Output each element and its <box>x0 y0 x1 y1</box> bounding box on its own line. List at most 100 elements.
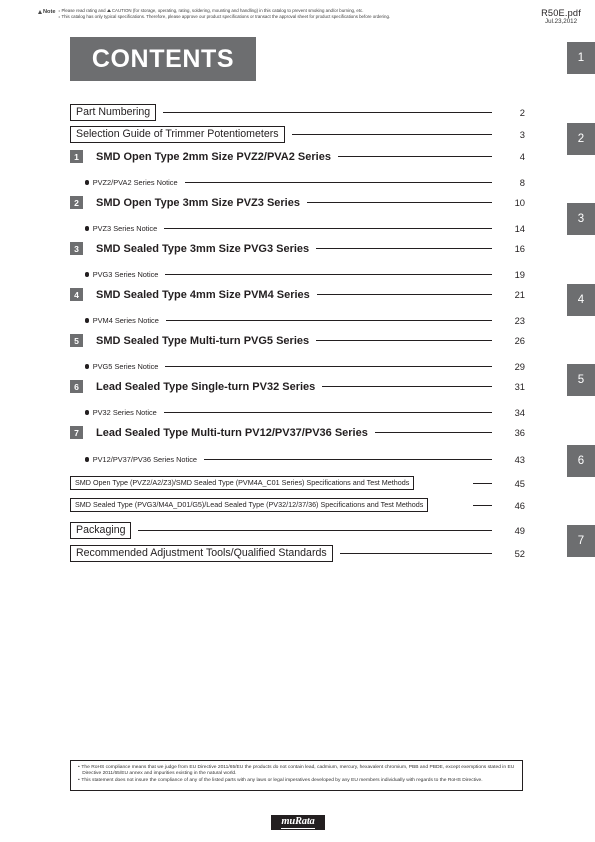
toc-page-number: 16 <box>514 243 525 254</box>
toc-page-number: 49 <box>514 525 525 537</box>
murata-logo: muRata <box>271 815 325 830</box>
murata-logo-text: muRata <box>281 816 315 829</box>
note-line-list: Please read rating and CAUTION (for stor… <box>58 8 390 21</box>
toc-entry-title: SMD Open Type 3mm Size PVZ3 Series <box>96 196 300 209</box>
toc-leader-line <box>165 366 492 367</box>
toc-page-number: 4 <box>519 151 525 162</box>
toc-entry[interactable]: PV12/PV37/PV36 Series Notice 43 <box>70 454 525 465</box>
toc-leader-line <box>163 412 492 413</box>
toc-entry[interactable]: 4 SMD Sealed Type 4mm Size PVM4 Series 21 <box>70 288 525 301</box>
toc-leader-line <box>165 274 492 275</box>
toc-section-number: 6 <box>70 380 83 393</box>
side-tab-2[interactable]: 2 <box>567 123 595 155</box>
toc-entry-title: PVZ3 Series Notice <box>92 224 158 233</box>
toc-entry[interactable]: PVG5 Series Notice 29 <box>70 361 525 372</box>
toc-entry[interactable]: 7 Lead Sealed Type Multi-turn PV12/PV37/P… <box>70 426 525 439</box>
toc-leader-line <box>374 432 492 433</box>
bullet-icon <box>85 410 90 415</box>
toc-entry[interactable]: Packaging 49 <box>70 522 525 540</box>
rohs-line: This statement does not insure the compl… <box>78 778 516 784</box>
toc-entry-title: PVM4 Series Notice <box>92 316 159 325</box>
toc-page-number: 10 <box>514 197 525 208</box>
toc-entry[interactable]: PVZ2/PVA2 Series Notice 8 <box>70 177 525 188</box>
toc-section-number: 5 <box>70 334 83 347</box>
toc-entry-title: Selection Guide of Trimmer Potentiometer… <box>70 126 285 144</box>
toc-page-number: 36 <box>514 427 525 438</box>
toc-entry[interactable]: PVZ3 Series Notice 14 <box>70 223 525 234</box>
note-label-text: Note <box>43 8 56 15</box>
toc-leader-line <box>337 156 492 157</box>
toc-entry-title: PV12/PV37/PV36 Series Notice <box>92 455 198 464</box>
toc-entry[interactable]: 6 Lead Sealed Type Single-turn PV32 Serie… <box>70 380 525 393</box>
toc-entry[interactable]: PV32 Series Notice 34 <box>70 407 525 418</box>
side-tab-7[interactable]: 7 <box>567 525 595 557</box>
toc-entry[interactable]: PVG3 Series Notice 19 <box>70 269 525 280</box>
bullet-icon <box>85 364 90 369</box>
toc-entry-title: PVG3 Series Notice <box>92 270 159 279</box>
toc-page-number: 26 <box>514 335 525 346</box>
toc-leader-line <box>291 134 492 136</box>
toc-entry-title: Part Numbering <box>70 104 157 122</box>
rohs-compliance-note: The RoHS compliance means that we judge … <box>70 760 523 791</box>
toc-entry-title: Packaging <box>70 522 132 540</box>
toc-entry[interactable]: SMD Open Type (PVZ2/A2/Z3)/SMD Sealed Ty… <box>70 476 525 491</box>
toc-page-number: 2 <box>519 107 525 119</box>
toc-leader-line <box>184 182 492 183</box>
toc-page-number: 29 <box>514 361 525 372</box>
document-info: R50E.pdf Jul.23,2012 <box>541 8 581 26</box>
toc-entry-title: SMD Sealed Type 4mm Size PVM4 Series <box>96 288 310 301</box>
toc-entry[interactable]: Part Numbering 2 <box>70 104 525 122</box>
toc-page-number: 14 <box>514 223 525 234</box>
toc-leader-line <box>473 504 492 506</box>
toc-section-number: 7 <box>70 426 83 439</box>
bullet-icon <box>85 180 90 185</box>
toc-leader-line <box>165 320 492 321</box>
toc-entry[interactable]: 5 SMD Sealed Type Multi-turn PVG5 Series 2… <box>70 334 525 347</box>
toc-entry-title: PVG5 Series Notice <box>92 362 159 371</box>
document-date: Jul.23,2012 <box>545 18 578 26</box>
toc-entry[interactable]: 1 SMD Open Type 2mm Size PVZ2/PVA2 Series… <box>70 150 525 163</box>
toc-page-number: 34 <box>514 407 525 418</box>
bullet-icon <box>85 457 90 462</box>
table-of-contents: Part Numbering 2 Selection Guide of Trimme… <box>70 104 525 574</box>
warning-triangle-icon <box>38 9 42 14</box>
toc-entry[interactable]: 2 SMD Open Type 3mm Size PVZ3 Series 10 <box>70 196 525 209</box>
toc-leader-line <box>339 553 492 555</box>
side-tab-label: 3 <box>577 213 585 225</box>
toc-page-number: 31 <box>514 381 525 392</box>
side-tab-5[interactable]: 5 <box>567 364 595 396</box>
side-tab-label: 7 <box>577 535 585 547</box>
toc-entry-title: SMD Sealed Type 3mm Size PVG3 Series <box>96 242 310 255</box>
toc-entry[interactable]: Recommended Adjustment Tools/Qualified S… <box>70 545 525 563</box>
toc-entry-title: PVZ2/PVA2 Series Notice <box>92 178 178 187</box>
toc-entry[interactable]: Selection Guide of Trimmer Potentiometer… <box>70 126 525 144</box>
toc-entry-title: SMD Open Type 2mm Size PVZ2/PVA2 Series <box>96 150 331 163</box>
side-tab-4[interactable]: 4 <box>567 284 595 316</box>
toc-page-number: 8 <box>519 177 525 188</box>
side-tab-3[interactable]: 3 <box>567 203 595 235</box>
side-tab-label: 4 <box>577 294 585 306</box>
side-tab-1[interactable]: 1 <box>567 42 595 74</box>
toc-page-number: 43 <box>514 454 525 465</box>
rohs-line: The RoHS compliance means that we judge … <box>78 765 516 778</box>
toc-page-number: 3 <box>519 129 525 141</box>
note-line: This catalog has only typical specificat… <box>58 14 390 20</box>
toc-page-number: 52 <box>514 548 525 560</box>
toc-leader-line <box>473 482 492 484</box>
toc-leader-line <box>204 459 492 460</box>
toc-leader-line <box>316 294 492 295</box>
toc-entry[interactable]: SMD Sealed Type (PVG3/M4A_D01/G5)/Lead S… <box>70 498 525 513</box>
toc-section-number: 4 <box>70 288 83 301</box>
toc-entry[interactable]: PVM4 Series Notice 23 <box>70 315 525 326</box>
side-tab-label: 2 <box>577 133 585 145</box>
side-tab-6[interactable]: 6 <box>567 445 595 477</box>
bullet-icon <box>85 318 90 323</box>
toc-entry[interactable]: 3 SMD Sealed Type 3mm Size PVG3 Series 16 <box>70 242 525 255</box>
toc-entry-title: SMD Sealed Type Multi-turn PVG5 Series <box>96 334 310 347</box>
toc-section-number: 1 <box>70 150 83 163</box>
toc-leader-line <box>322 386 492 387</box>
toc-entry-title: Recommended Adjustment Tools/Qualified S… <box>70 545 333 563</box>
warning-triangle-icon <box>107 9 112 13</box>
toc-leader-line <box>138 530 492 532</box>
page-title: CONTENTS <box>70 37 256 81</box>
